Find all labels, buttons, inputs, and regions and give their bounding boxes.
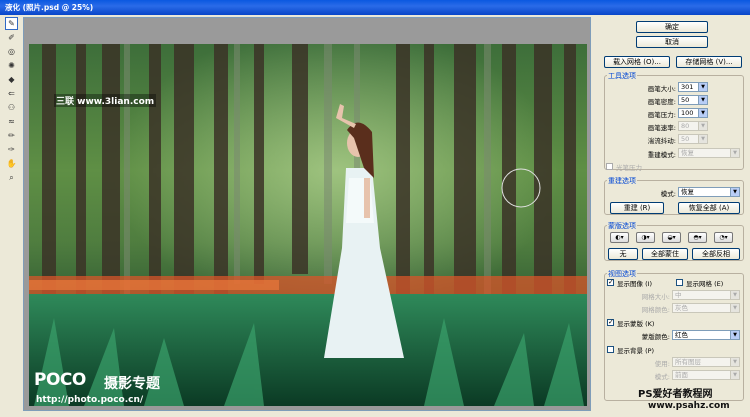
stylus-pressure-label: 光笔压力: [616, 164, 642, 172]
image-canvas[interactable]: 三联 www.3lian.com POCO 摄影专题 http://photo.…: [23, 17, 591, 411]
show-backdrop-checkbox[interactable]: [607, 346, 614, 353]
reconstruct-options-title: 重建选项: [607, 176, 637, 186]
backdrop-mode-label: 模式:: [654, 373, 670, 381]
reconstruct-button[interactable]: 重建 (R): [610, 202, 664, 214]
tool-options-title: 工具选项: [607, 71, 637, 81]
chevron-down-icon[interactable]: ▼: [730, 188, 739, 196]
none-button[interactable]: 无: [608, 248, 638, 260]
reconstruct-icon[interactable]: ✐: [5, 31, 18, 44]
replace-selection-icon[interactable]: ◐▾: [610, 232, 629, 243]
hand-icon[interactable]: ✋: [5, 157, 18, 170]
mask-all-button[interactable]: 全部蒙住: [642, 248, 688, 260]
push-left-icon[interactable]: ⇐: [5, 87, 18, 100]
mask-options-title: 蒙版选项: [607, 221, 637, 231]
show-image-checkbox[interactable]: ✓: [607, 279, 614, 286]
poco-subtitle: 摄影专题: [104, 376, 160, 392]
chevron-down-icon[interactable]: ▼: [730, 371, 739, 379]
cancel-button[interactable]: 取消: [636, 36, 708, 48]
backdrop-mode-select[interactable]: 前面 ▼: [672, 370, 740, 380]
chevron-down-icon[interactable]: ▼: [730, 304, 739, 312]
show-mask-checkbox[interactable]: ✓: [607, 319, 614, 326]
poco-logo: POCO: [34, 370, 86, 390]
thaw-mask-icon[interactable]: ✑: [5, 143, 18, 156]
mesh-size-select[interactable]: 中 ▼: [672, 290, 740, 300]
add-to-selection-icon[interactable]: ◑▾: [636, 232, 655, 243]
tool-palette: ✎ ✐ ◎ ✺ ◆ ⇐ ⚇ ≈ ✏ ✑ ✋ ⌕: [3, 16, 20, 182]
restore-all-button[interactable]: 恢复全部 (A): [678, 202, 740, 214]
ps-url-watermark: www.psahz.com: [648, 401, 730, 411]
chevron-down-icon[interactable]: ▼: [698, 83, 707, 91]
reconstruct-mode-select[interactable]: 恢复 ▼: [678, 148, 740, 158]
brush-rate-label: 画笔速率:: [647, 124, 676, 132]
save-mesh-button[interactable]: 存储网格 (V)...: [676, 56, 742, 68]
brush-pressure-field[interactable]: 100 ▼: [678, 108, 708, 118]
chevron-down-icon[interactable]: ▼: [698, 96, 707, 104]
twirl-icon[interactable]: ◎: [5, 45, 18, 58]
intersect-selection-icon[interactable]: ◓▾: [688, 232, 707, 243]
show-backdrop-label: 显示背景 (P): [617, 347, 655, 355]
bloat-icon[interactable]: ◆: [5, 73, 18, 86]
chevron-down-icon[interactable]: ▼: [730, 331, 739, 339]
load-mesh-button[interactable]: 载入网格 (O)...: [604, 56, 670, 68]
turbulent-jitter-label: 湍流抖动:: [647, 137, 676, 145]
show-image-label: 显示图像 (I): [617, 280, 653, 288]
site-watermark: 三联 www.3lian.com: [54, 94, 157, 107]
pucker-icon[interactable]: ✺: [5, 59, 18, 72]
brush-pressure-label: 画笔压力:: [647, 111, 676, 119]
ps-fans-watermark: PS爱好者教程网: [638, 389, 713, 400]
chevron-down-icon[interactable]: ▼: [730, 149, 739, 157]
brush-density-label: 画笔密度:: [647, 98, 676, 106]
mask-color-select[interactable]: 红色 ▼: [672, 330, 740, 340]
zoom-icon[interactable]: ⌕: [5, 171, 18, 184]
chevron-down-icon[interactable]: ▼: [698, 109, 707, 117]
mesh-color-label: 网格颜色:: [641, 306, 670, 314]
window-title: 液化 (照片.psd @ 25%): [0, 0, 750, 15]
mask-color-label: 蒙版颜色:: [641, 333, 670, 341]
chevron-down-icon[interactable]: ▼: [698, 135, 707, 143]
mirror-icon[interactable]: ⚇: [5, 101, 18, 114]
reconstruct-mode-label-2: 模式:: [660, 190, 676, 198]
brush-size-label: 画笔大小:: [647, 85, 676, 93]
chevron-down-icon[interactable]: ▼: [730, 291, 739, 299]
reconstruct-options-mode-select[interactable]: 恢复 ▼: [678, 187, 740, 197]
options-panel: 确定 取消 载入网格 (O)... 存储网格 (V)... 工具选项 画笔大小:…: [598, 17, 750, 417]
freeze-mask-icon[interactable]: ✏: [5, 129, 18, 142]
subtract-selection-icon[interactable]: ◒▾: [662, 232, 681, 243]
turbulence-icon[interactable]: ≈: [5, 115, 18, 128]
chevron-down-icon[interactable]: ▼: [698, 122, 707, 130]
use-select[interactable]: 所有图层 ▼: [672, 357, 740, 367]
brush-density-field[interactable]: 50 ▼: [678, 95, 708, 105]
poco-url: http://photo.poco.cn/: [36, 395, 144, 405]
invert-selection-icon[interactable]: ◔▾: [714, 232, 733, 243]
brush-rate-field[interactable]: 80 ▼: [678, 121, 708, 131]
turbulent-jitter-field[interactable]: 50 ▼: [678, 134, 708, 144]
reconstruct-mode-label: 重建模式:: [647, 151, 676, 159]
show-mesh-checkbox[interactable]: [676, 279, 683, 286]
photo-preview: [29, 44, 587, 406]
invert-all-button[interactable]: 全部反相: [692, 248, 740, 260]
brush-size-field[interactable]: 301 ▼: [678, 82, 708, 92]
forward-warp-icon[interactable]: ✎: [5, 17, 18, 30]
show-mask-label: 显示蒙版 (K): [617, 320, 655, 328]
mesh-size-label: 网格大小:: [641, 293, 670, 301]
stylus-pressure-checkbox[interactable]: [606, 163, 613, 170]
ok-button[interactable]: 确定: [636, 21, 708, 33]
chevron-down-icon[interactable]: ▼: [730, 358, 739, 366]
show-mesh-label: 显示网格 (E): [686, 280, 724, 288]
mesh-color-select[interactable]: 灰色 ▼: [672, 303, 740, 313]
use-label: 使用:: [654, 360, 670, 368]
